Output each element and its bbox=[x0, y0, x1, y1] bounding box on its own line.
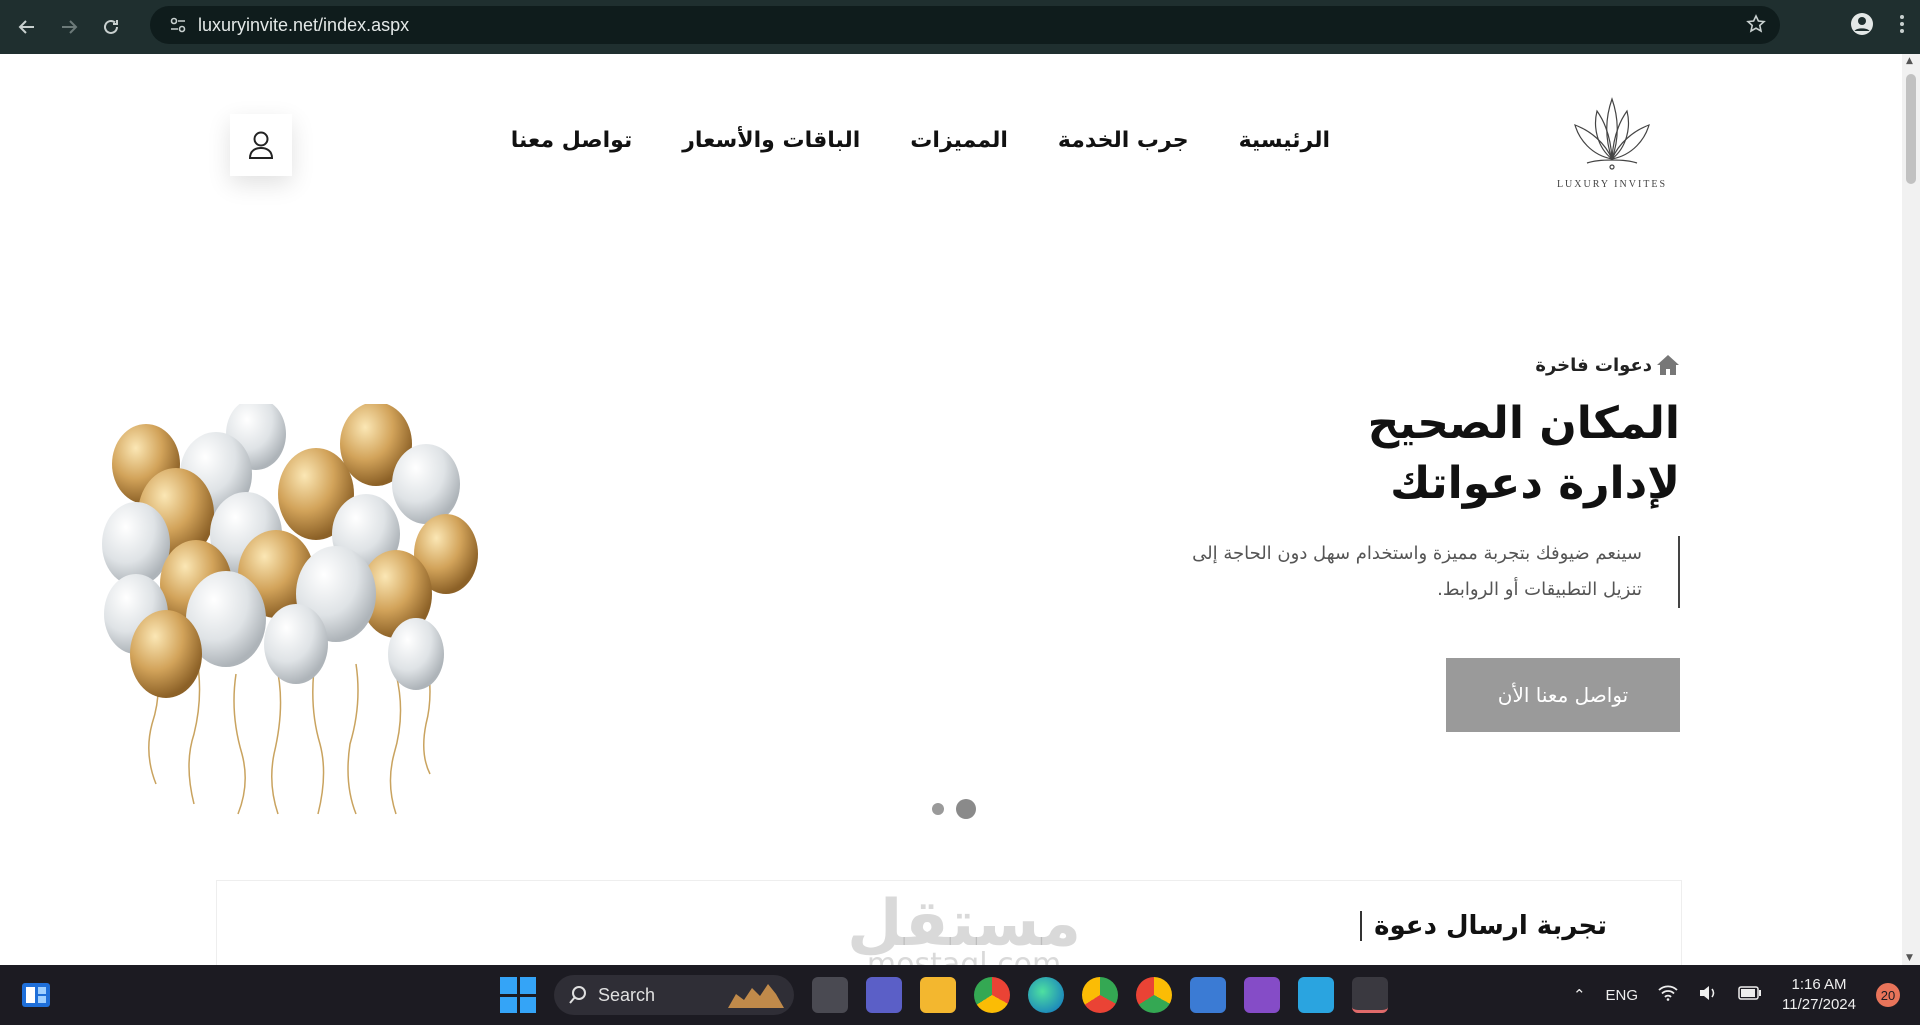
chrome-profile-3-icon[interactable] bbox=[1136, 977, 1172, 1013]
wifi-icon[interactable] bbox=[1658, 985, 1678, 1005]
visual-studio-icon[interactable] bbox=[1244, 977, 1280, 1013]
notepad-icon[interactable] bbox=[1298, 977, 1334, 1013]
search-highlight-icon bbox=[728, 984, 784, 1008]
browser-toolbar: luxuryinvite.net/index.aspx bbox=[0, 0, 1920, 54]
slide-dot-2-active[interactable] bbox=[956, 799, 976, 819]
url-text: luxuryinvite.net/index.aspx bbox=[198, 14, 410, 35]
hero-title-line2: لإدارة دعواتك bbox=[1390, 458, 1680, 509]
nav-pricing[interactable]: الباقات والأسعار bbox=[682, 128, 860, 153]
send-invite-card: مستقل mostaql.com تجربة ارسال دعوة bbox=[216, 880, 1682, 965]
taskbar-search[interactable]: Search bbox=[554, 975, 794, 1015]
slider-dots bbox=[932, 799, 976, 819]
chrome-icon[interactable] bbox=[974, 977, 1010, 1013]
notification-badge[interactable]: 20 bbox=[1876, 983, 1900, 1007]
forward-icon[interactable] bbox=[54, 12, 84, 42]
hero-description: سينعم ضيوفك بتجربة مميزة واستخدام سهل دو… bbox=[1150, 536, 1680, 608]
account-button[interactable] bbox=[230, 114, 292, 176]
scroll-up-icon[interactable]: ▲ bbox=[1906, 56, 1913, 66]
user-icon bbox=[248, 131, 274, 159]
windows-taskbar: Search ⌃ ENG 1:16 AM 11/27/2024 20 bbox=[0, 965, 1920, 1025]
hero-title-line1: المكان الصحيح bbox=[1367, 398, 1680, 449]
volume-icon[interactable] bbox=[1698, 985, 1718, 1005]
slide-dot-1[interactable] bbox=[932, 803, 944, 815]
search-icon bbox=[569, 986, 586, 1004]
profile-icon[interactable] bbox=[1850, 12, 1874, 40]
hero-eyebrow: دعوات فاخرة bbox=[1080, 354, 1680, 376]
hero-desc-line1: سينعم ضيوفك بتجربة مميزة واستخدام سهل دو… bbox=[1192, 543, 1642, 564]
page-scrollbar[interactable]: ▲ ▼ bbox=[1902, 54, 1920, 965]
balloons-image bbox=[102, 404, 478, 815]
reload-icon[interactable] bbox=[96, 12, 126, 42]
site-logo[interactable]: LUXURY INVITES bbox=[1552, 89, 1672, 190]
chrome-profile-2-icon[interactable] bbox=[1082, 977, 1118, 1013]
watermark-en: mostaql.com bbox=[866, 947, 1062, 965]
remote-desktop-icon[interactable] bbox=[1190, 977, 1226, 1013]
clock-time: 1:16 AM bbox=[1791, 976, 1847, 993]
hero-desc-line2: تنزيل التطبيقات أو الروابط. bbox=[1437, 579, 1642, 600]
task-view-icon[interactable] bbox=[812, 977, 848, 1013]
back-icon[interactable] bbox=[12, 12, 42, 42]
site-info-icon[interactable] bbox=[158, 15, 198, 35]
hero-title: المكان الصحيح لإدارة دعواتك bbox=[1080, 394, 1680, 514]
lotus-logo-icon bbox=[1574, 97, 1650, 170]
logo-text: LUXURY INVITES bbox=[1556, 179, 1668, 190]
address-bar[interactable]: luxuryinvite.net/index.aspx bbox=[150, 6, 1780, 44]
edge-icon[interactable] bbox=[1028, 977, 1064, 1013]
home-icon bbox=[1657, 355, 1679, 375]
nav-features[interactable]: المميزات bbox=[910, 128, 1008, 153]
menu-kebab-icon[interactable] bbox=[1898, 12, 1906, 40]
system-tray: ⌃ ENG 1:16 AM 11/27/2024 20 bbox=[1573, 975, 1900, 1015]
snipping-tool-icon[interactable] bbox=[1352, 977, 1388, 1013]
watermark: مستقل mostaql.com bbox=[847, 889, 1081, 965]
clock-date: 11/27/2024 bbox=[1782, 996, 1856, 1013]
show-hidden-icons[interactable]: ⌃ bbox=[1573, 986, 1586, 1004]
language-indicator[interactable]: ENG bbox=[1606, 987, 1639, 1004]
bookmark-star-icon[interactable] bbox=[1746, 14, 1766, 38]
file-explorer-icon[interactable] bbox=[920, 977, 956, 1013]
scrollbar-thumb[interactable] bbox=[1906, 74, 1916, 184]
teams-icon[interactable] bbox=[866, 977, 902, 1013]
section-title: تجربة ارسال دعوة bbox=[1360, 911, 1607, 941]
eyebrow-text: دعوات فاخرة bbox=[1535, 354, 1652, 376]
web-page: LUXURY INVITES الرئيسية جرب الخدمة الممي… bbox=[0, 54, 1902, 965]
nav-contact[interactable]: تواصل معنا bbox=[511, 128, 632, 153]
search-placeholder: Search bbox=[598, 984, 656, 1005]
contact-now-button[interactable]: تواصل معنا الأن bbox=[1446, 658, 1680, 732]
clock[interactable]: 1:16 AM 11/27/2024 bbox=[1782, 975, 1856, 1015]
main-nav: الرئيسية جرب الخدمة المميزات الباقات وال… bbox=[511, 128, 1330, 153]
hero-section: دعوات فاخرة المكان الصحيح لإدارة دعواتك … bbox=[1080, 354, 1680, 732]
start-button[interactable] bbox=[500, 977, 536, 1013]
battery-icon[interactable] bbox=[1738, 986, 1762, 1004]
nav-home[interactable]: الرئيسية bbox=[1239, 128, 1330, 153]
nav-try-service[interactable]: جرب الخدمة bbox=[1058, 128, 1189, 153]
scroll-down-icon[interactable]: ▼ bbox=[1906, 953, 1913, 963]
widgets-icon[interactable] bbox=[20, 979, 52, 1011]
